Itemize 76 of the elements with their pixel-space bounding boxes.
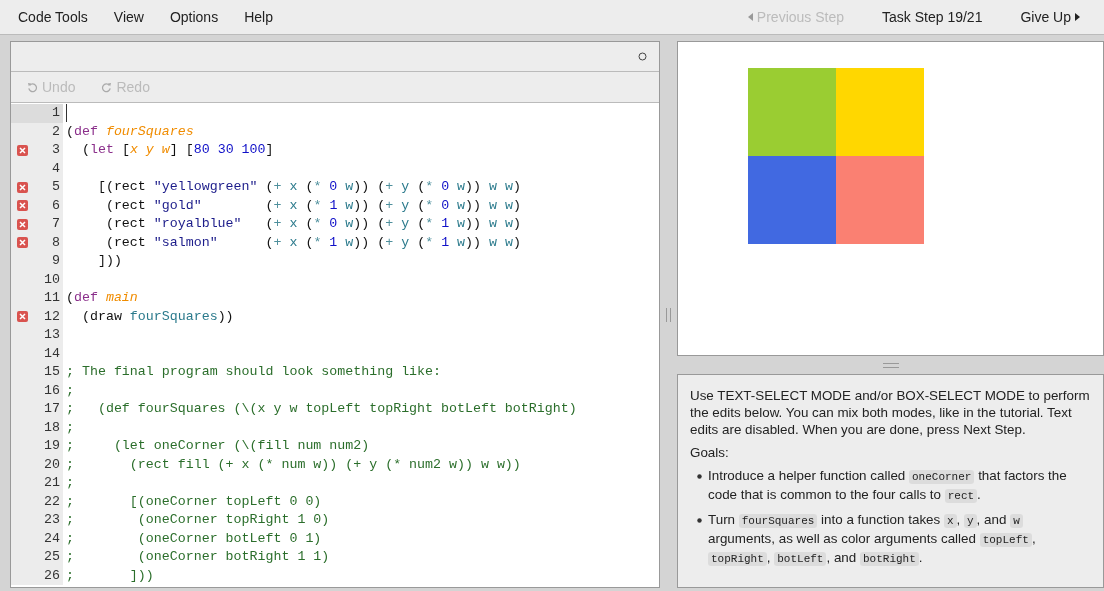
- bullet-icon: [697, 474, 702, 479]
- error-icon: [17, 218, 28, 230]
- code-comment: ; (oneCorner botRight 1 1): [66, 548, 330, 566]
- line-number: 5: [52, 178, 61, 196]
- goal-item: Turn fourSquares into a function takes x , y , and w arguments, as well as color arguments called topLeft , topRight , botLeft , and botRight .: [708, 511, 1037, 568]
- code-comment: ; (oneCorner topRight 1 0): [66, 511, 330, 529]
- redo-icon: [101, 81, 113, 93]
- code-comment: ;: [66, 381, 74, 400]
- line-number: 11: [44, 289, 61, 307]
- code-comment: ; The final program should look something like:: [66, 363, 442, 381]
- line-number: 18: [44, 418, 61, 437]
- code-line: [(rect "yellowgreen" (+ x (* 0 w)) (+ y (* 0 w)) w w): [96, 178, 521, 196]
- code-comment: ; (def fourSquares (\(x y w topLeft topRight botLeft botRight): [66, 400, 577, 418]
- line-number: 20: [44, 455, 61, 474]
- goals-heading: Goals:: [690, 444, 730, 461]
- line-number: 26: [44, 566, 61, 585]
- code-line: (let [x y w] [80 30 100]: [80, 141, 274, 159]
- error-icon: [17, 144, 28, 156]
- line-number: 23: [44, 511, 61, 529]
- line-number: 10: [44, 270, 61, 289]
- instructions-text: Use TEXT-SELECT MODE and/or BOX-SELECT MODE to perform the edits below. You can mix both modes, like in the tutorial. Text edits are disabled. When you are done, press Next Step.: [690, 387, 1091, 438]
- task-step-label: Task Step 19/21: [882, 7, 983, 27]
- circle-icon[interactable]: [638, 52, 647, 61]
- code-comment: ; ])): [66, 566, 154, 585]
- code-comment: ;: [66, 474, 74, 492]
- code-line: (def fourSquares: [66, 122, 194, 141]
- caret-left-icon: [747, 13, 753, 21]
- error-icon: [17, 237, 28, 249]
- bullet-icon: [697, 518, 702, 523]
- code-comment: ; [(oneCorner topLeft 0 0): [66, 492, 322, 511]
- code-line: (rect "salmon" (+ x (* 1 w)) (+ y (* 1 w)) w w): [104, 233, 521, 252]
- give-up-button[interactable]: Give Up: [1020, 6, 1080, 28]
- line-number: 15: [44, 363, 61, 381]
- caret-right-icon: [1075, 13, 1080, 21]
- error-icon: [17, 200, 28, 212]
- menu-item[interactable]: View: [113, 6, 144, 28]
- menu-item[interactable]: Help: [244, 6, 273, 28]
- line-number: 1: [52, 104, 61, 122]
- line-number: 3: [52, 141, 61, 159]
- line-number: 7: [52, 215, 61, 233]
- code-line: ])): [96, 252, 122, 270]
- line-number: 17: [44, 400, 61, 418]
- code-line: (draw fourSquares)): [80, 307, 234, 326]
- menu-item[interactable]: Code Tools: [18, 6, 88, 28]
- line-number: 2: [52, 122, 61, 141]
- line-number: 21: [44, 474, 61, 492]
- code-line: (rect "gold" (+ x (* 1 w)) (+ y (* 0 w)) w w): [104, 196, 521, 215]
- splitter-handle[interactable]: [666, 307, 671, 322]
- code-comment: ; (rect fill (+ x (* num w)) (+ y (* num2 w)) w w)): [66, 455, 521, 474]
- line-number: 4: [52, 159, 61, 178]
- line-number: 24: [44, 529, 61, 548]
- error-icon: [17, 181, 28, 193]
- error-icon: [17, 311, 28, 323]
- code-comment: ; (let oneCorner (\(fill num num2): [66, 437, 370, 455]
- menu-item[interactable]: Options: [169, 6, 219, 28]
- undo-icon: [27, 81, 38, 93]
- line-number: 16: [44, 381, 61, 400]
- line-number: 9: [52, 252, 61, 270]
- code-line: (def main: [66, 289, 138, 307]
- line-number: 12: [44, 307, 61, 326]
- square[interactable]: [748, 156, 836, 244]
- square[interactable]: [836, 68, 924, 156]
- line-number: 14: [44, 344, 61, 363]
- square[interactable]: [748, 68, 836, 156]
- line-number: 22: [44, 492, 61, 511]
- line-number: 19: [44, 437, 61, 455]
- code-comment: ;: [66, 418, 74, 437]
- line-number: 13: [44, 326, 61, 344]
- goal-item: Introduce a helper function called oneCorner that factors the code that is common to the four calls to rect .: [708, 467, 1068, 505]
- code-comment: ; (oneCorner botLeft 0 1): [66, 529, 322, 548]
- line-number: 8: [52, 233, 61, 252]
- square[interactable]: [836, 156, 924, 244]
- line-number: 6: [52, 196, 61, 215]
- code-line: (rect "royalblue" (+ x (* 0 w)) (+ y (* 1 w)) w w): [104, 215, 521, 233]
- splitter-handle[interactable]: [882, 362, 899, 368]
- line-number: 25: [44, 548, 61, 566]
